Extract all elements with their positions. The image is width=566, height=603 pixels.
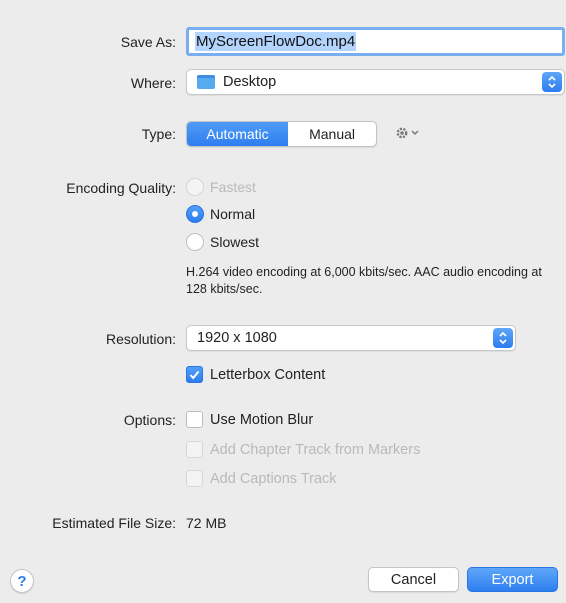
estimated-size-value: 72 MB	[186, 515, 227, 531]
gear-menu-icon[interactable]	[394, 124, 422, 147]
captions-track-label: Add Captions Track	[210, 470, 337, 487]
checkmark-icon	[186, 366, 203, 383]
save-as-label: Save As:	[120, 34, 176, 50]
radio-button	[186, 233, 204, 251]
cancel-button[interactable]: Cancel	[368, 567, 459, 592]
letterbox-checkbox[interactable]: Letterbox Content	[186, 366, 325, 383]
resolution-popup[interactable]: 1920 x 1080	[186, 325, 516, 351]
radio-slowest[interactable]: Slowest	[186, 233, 259, 251]
radio-slowest-label: Slowest	[210, 234, 260, 250]
options-label: Options:	[123, 412, 176, 428]
resolution-value: 1920 x 1080	[197, 330, 277, 346]
motion-blur-checkbox[interactable]: Use Motion Blur	[186, 411, 313, 428]
captions-track-checkbox[interactable]: Add Captions Track	[186, 470, 337, 487]
help-button[interactable]: ?	[10, 569, 34, 593]
radio-normal[interactable]: Normal	[186, 205, 255, 223]
save-as-value: MyScreenFlowDoc.mp4	[195, 32, 357, 51]
resolution-label: Resolution:	[105, 331, 176, 347]
chevron-updown-icon	[542, 72, 562, 92]
type-label: Type:	[141, 126, 176, 142]
encoding-quality-label: Encoding Quality:	[66, 180, 176, 196]
estimated-size-label: Estimated File Size:	[52, 515, 176, 531]
export-button[interactable]: Export	[467, 567, 558, 592]
chevron-updown-icon	[493, 328, 513, 348]
checkbox-box	[186, 470, 203, 487]
radio-fastest[interactable]: Fastest	[186, 178, 256, 196]
chapter-track-checkbox[interactable]: Add Chapter Track from Markers	[186, 441, 420, 458]
motion-blur-label: Use Motion Blur	[210, 411, 314, 428]
where-value: Desktop	[223, 74, 277, 90]
letterbox-label: Letterbox Content	[210, 366, 326, 383]
checkbox-box	[186, 411, 203, 428]
radio-button	[186, 205, 204, 223]
folder-icon	[197, 75, 215, 89]
save-as-field[interactable]: MyScreenFlowDoc.mp4	[186, 27, 565, 56]
encoding-description: H.264 video encoding at 6,000 kbits/sec.…	[186, 265, 542, 296]
checkbox-box	[186, 441, 203, 458]
radio-fastest-label: Fastest	[210, 179, 256, 195]
segment-automatic[interactable]: Automatic	[187, 122, 289, 146]
type-segmented-control: Automatic Manual	[186, 121, 377, 147]
radio-normal-label: Normal	[210, 206, 256, 222]
where-popup[interactable]: Desktop	[186, 69, 565, 95]
radio-button	[186, 178, 204, 196]
where-label: Where:	[130, 75, 176, 91]
segment-manual[interactable]: Manual	[288, 122, 376, 146]
chapter-track-label: Add Chapter Track from Markers	[210, 441, 421, 458]
